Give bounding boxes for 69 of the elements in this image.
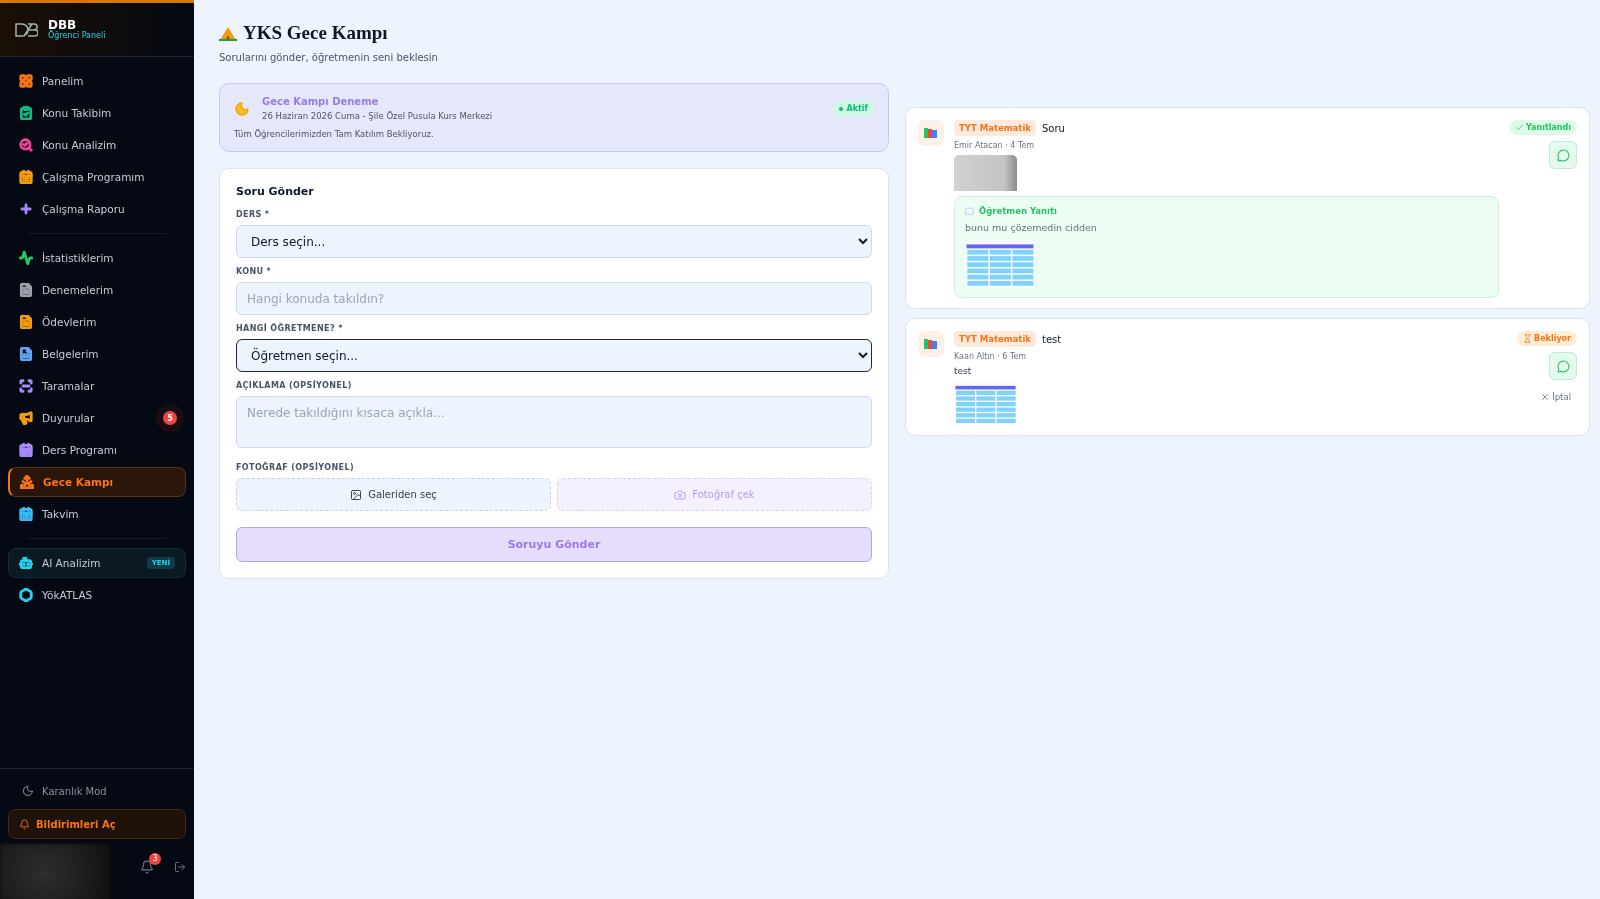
chat-bubble-icon bbox=[1556, 359, 1570, 373]
logout-icon[interactable] bbox=[174, 861, 186, 873]
gallery-button[interactable]: Galeriden seç bbox=[236, 478, 551, 511]
camp-note: Tüm Öğrencilerimizden Tam Katılım Bekliyoruz. bbox=[234, 129, 435, 139]
question-meta: Kaan Altın · 6 Tem bbox=[954, 352, 1028, 361]
cancel-button[interactable]: İptal bbox=[1540, 392, 1578, 402]
books-icon bbox=[924, 127, 938, 139]
nav-item[interactable]: Ödevlerim bbox=[8, 307, 186, 337]
nav-item[interactable]: Taramalar bbox=[8, 371, 186, 401]
textarea-field[interactable]: Nerede takıldığını kısaca açıkla... bbox=[236, 396, 872, 448]
speech-bubble-icon bbox=[965, 206, 974, 216]
field-label: KONU * bbox=[236, 267, 273, 276]
status-pill: Bekliyor bbox=[1517, 331, 1578, 346]
notifications-button[interactable]: Bildirimleri Aç bbox=[8, 809, 186, 839]
status-pill: Yanıtlandı bbox=[1509, 120, 1578, 135]
nav-item[interactable]: Çalışma Programım bbox=[8, 162, 186, 192]
page-title: YKS Gece Kampı bbox=[219, 22, 1591, 44]
photo-placeholder bbox=[954, 155, 1017, 191]
form-title: Soru Gönder bbox=[236, 185, 315, 198]
check-icon bbox=[1515, 123, 1524, 132]
moon-icon bbox=[22, 785, 34, 797]
select-field[interactable]: Ders seçin... bbox=[236, 225, 872, 258]
field-label: FOTOĞRAF (OPSİYONEL) bbox=[236, 463, 355, 472]
subject-tag: TYT Matematik bbox=[954, 331, 1036, 347]
field-label: HANGİ ÖĞRETMENE? * bbox=[236, 324, 344, 333]
nav-item[interactable]: Belgelerim bbox=[8, 339, 186, 369]
nav-item[interactable]: Konu Analizim bbox=[8, 130, 186, 160]
question-text: test bbox=[954, 366, 973, 376]
tent-icon bbox=[219, 25, 237, 41]
question-title: test bbox=[1041, 333, 1062, 345]
nav-item[interactable]: Denemelerim bbox=[8, 275, 186, 305]
camera-icon bbox=[674, 488, 687, 501]
camp-date: 26 Haziran 2026 Cuma - Şile Özel Pusula Kurs Merkezi bbox=[262, 111, 493, 121]
books-icon bbox=[924, 338, 938, 350]
question-meta: Emir Atacan · 4 Tem bbox=[954, 141, 1036, 150]
page-subtitle: Sorularını gönder, öğretmenin seni beklesin bbox=[219, 52, 439, 63]
table-thumbnail bbox=[965, 239, 1035, 288]
brand-subtitle: Öğrenci Paneli bbox=[48, 31, 106, 40]
nav-item[interactable]: YökATLAS bbox=[8, 580, 186, 610]
nav-item[interactable]: Ders Programı bbox=[8, 435, 186, 465]
hourglass-icon bbox=[1523, 334, 1533, 343]
dark-mode-toggle[interactable]: Karanlık Mod bbox=[8, 779, 186, 803]
nav-item[interactable]: İstatistiklerim bbox=[8, 243, 186, 273]
chat-bubble-icon bbox=[1556, 148, 1570, 162]
status-pill: Aktif bbox=[833, 101, 874, 116]
logo-icon bbox=[14, 21, 38, 38]
brand-title: DBB bbox=[48, 19, 77, 31]
camp-title: Gece Kampı Deneme bbox=[262, 96, 380, 107]
field-label: DERS * bbox=[236, 210, 271, 219]
close-icon bbox=[1540, 392, 1551, 402]
nav-item[interactable]: Çalışma Raporu bbox=[8, 194, 186, 224]
field-label: AÇIKLAMA (OPSİYONEL) bbox=[236, 381, 353, 390]
input-field[interactable]: Hangi konuda takıldın? bbox=[236, 282, 872, 315]
nav-item[interactable]: Takvim bbox=[8, 499, 186, 529]
nav-item[interactable]: Konu Takibim bbox=[8, 98, 186, 128]
image-icon bbox=[350, 488, 363, 501]
question-title: Soru bbox=[1041, 122, 1065, 134]
bell-icon[interactable] bbox=[140, 860, 154, 874]
moon-icon bbox=[234, 100, 250, 117]
reply-title: Öğretmen Yanıtı bbox=[965, 206, 1488, 216]
reply-text: bunu mu çözemedin cidden bbox=[965, 222, 1098, 233]
subject-tag: TYT Matematik bbox=[954, 120, 1036, 136]
bell-icon bbox=[19, 818, 30, 830]
select-field[interactable]: Öğretmen seçin... bbox=[236, 339, 872, 372]
nav-item[interactable]: Duyurular 5 bbox=[8, 403, 186, 433]
table-thumbnail bbox=[954, 381, 1017, 426]
count-badge: 3 bbox=[149, 853, 161, 865]
nav-item[interactable]: Panelim bbox=[8, 66, 186, 96]
nav-item[interactable]: Gece Kampı bbox=[8, 467, 186, 497]
